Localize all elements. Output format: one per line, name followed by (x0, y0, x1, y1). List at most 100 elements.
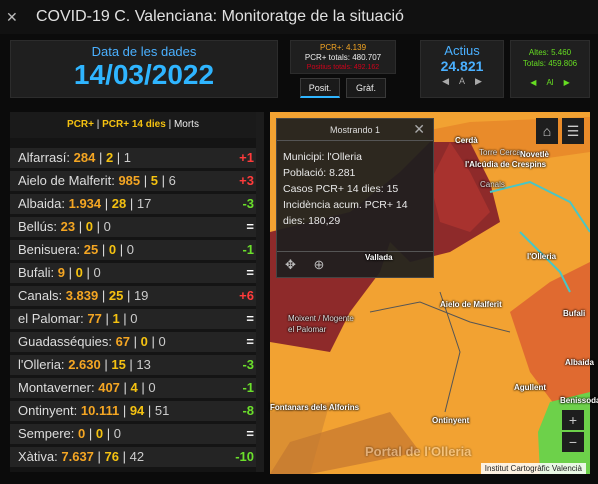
row-pcr: 25 (83, 242, 99, 257)
row-delta: = (246, 265, 254, 280)
map-place-label: Vallada (365, 253, 393, 262)
list-item[interactable]: Xàtiva: 7.637 | 76 | 42 -10 (10, 447, 256, 467)
row-pcr14: 0 (75, 265, 83, 280)
list-item[interactable]: l'Olleria: 2.630 | 15 | 13 -3 (10, 355, 256, 375)
row-name: Benisuera: (18, 242, 81, 257)
date-panel: Data de les dades 14/03/2022 (10, 40, 278, 98)
zoom-out-icon[interactable]: − (562, 432, 584, 452)
row-delta: +1 (239, 150, 254, 165)
discharges-panel: Altes: 5.460 Totals: 459.806 ◀ Al ▶ (510, 40, 590, 98)
popup-footer: ✥ ⊕ (277, 251, 433, 277)
active-nav: ◀ A ▶ (421, 76, 503, 87)
list-item[interactable]: Bellús: 23 | 0 | 0 = (10, 217, 256, 237)
row-pcr14: 5 (150, 173, 158, 188)
prev-icon[interactable]: ◀ (442, 76, 449, 87)
list-scrollbar[interactable] (256, 112, 264, 472)
row-pcr: 9 (57, 265, 65, 280)
row-pcr: 1.934 (68, 196, 102, 211)
row-pcr: 7.637 (61, 449, 94, 464)
app-logo-icon: ✕ (6, 9, 18, 25)
row-pcr14: 0 (108, 242, 117, 257)
list-item[interactable]: Aielo de Malferit: 985 | 5 | 6 +3 (10, 171, 256, 191)
pan-icon[interactable]: ✥ (285, 257, 296, 272)
map-place-label: Albaida (565, 358, 594, 367)
list-item[interactable]: Alfarrasí: 284 | 2 | 1 +1 (10, 148, 256, 168)
popup-incidencia: Incidència acum. PCR+ 14 dies: 180,29 (283, 199, 408, 227)
row-name: Guadasséquies: (18, 334, 112, 349)
row-morts: 0 (158, 334, 166, 349)
list-item[interactable]: Benisuera: 25 | 0 | 0 -1 (10, 240, 256, 260)
row-delta: +6 (239, 288, 254, 303)
list-item[interactable]: Guadasséquies: 67 | 0 | 0 = (10, 332, 256, 352)
map-place-label: Cerdà (455, 136, 478, 145)
row-name: Canals: (18, 288, 63, 303)
row-pcr: 284 (73, 150, 96, 165)
row-morts: 19 (133, 288, 149, 303)
row-name: Bellús: (18, 219, 58, 234)
prev-icon[interactable]: ◀ (530, 77, 536, 88)
map-place-label: l'Olleria (527, 252, 557, 261)
row-pcr: 77 (87, 311, 102, 326)
row-delta: = (246, 426, 254, 441)
popup-body: Municipi: l'Olleria Població: 8.281 Caso… (277, 141, 433, 229)
discharges-nav: ◀ Al ▶ (511, 77, 589, 88)
row-morts: 42 (129, 449, 145, 464)
zoom-in-icon[interactable]: + (562, 410, 584, 430)
close-icon[interactable]: ✕ (413, 121, 425, 138)
list-item[interactable]: Montaverner: 407 | 4 | 0 -1 (10, 378, 256, 398)
tab-graf[interactable]: Gràf. (346, 78, 386, 98)
row-pcr14: 25 (108, 288, 124, 303)
list-item[interactable]: el Palomar: 77 | 1 | 0 = (10, 309, 256, 329)
map-place-label: Moixent / Mogente (288, 314, 354, 323)
row-pcr: 985 (118, 173, 141, 188)
list-item[interactable]: Albaida: 1.934 | 28 | 17 -3 (10, 194, 256, 214)
map-place-label: Torre Cerca (479, 148, 521, 157)
row-name: Sempere: (18, 426, 75, 441)
list-item[interactable]: Sempere: 0 | 0 | 0 = (10, 424, 256, 444)
row-delta: -1 (242, 242, 254, 257)
row-name: Aielo de Malferit: (18, 173, 115, 188)
active-page: A (458, 76, 465, 86)
row-pcr14: 4 (130, 380, 138, 395)
row-pcr: 407 (98, 380, 120, 395)
row-name: Xàtiva: (18, 449, 58, 464)
discharges-count: Altes: 5.460 (528, 48, 572, 57)
row-name: l'Olleria: (18, 357, 65, 372)
info-popup: Mostrando 1 ✕ Municipi: l'Olleria Poblac… (276, 118, 434, 278)
row-delta: = (246, 334, 254, 349)
tab-posit[interactable]: Posit. (300, 78, 340, 98)
map-place-label: Agullent (514, 383, 546, 392)
active-label: Actius (444, 43, 480, 58)
row-pcr14: 0 (85, 219, 93, 234)
list-item[interactable]: Ontinyent: 10.111 | 94 | 51 -8 (10, 401, 256, 421)
map-place-label: Ontinyent (432, 416, 470, 425)
row-name: Ontinyent: (18, 403, 78, 418)
discharges-total: Totals: 459.806 (522, 59, 578, 68)
home-icon[interactable]: ⌂ (536, 118, 558, 144)
row-name: el Palomar: (18, 311, 84, 326)
map-place-label: Portal de l'Olleria (365, 444, 472, 459)
next-icon[interactable]: ▶ (475, 76, 482, 87)
list-item[interactable]: Canals: 3.839 | 25 | 19 +6 (10, 286, 256, 306)
row-pcr14: 28 (111, 196, 127, 211)
row-delta: -3 (242, 357, 254, 372)
header-pcr: PCR+ (67, 119, 94, 130)
map-place-label: Bufali (563, 309, 586, 318)
row-pcr14: 1 (112, 311, 120, 326)
zoom-to-icon[interactable]: ⊕ (314, 257, 325, 272)
row-delta: -1 (242, 380, 254, 395)
layer-list-icon[interactable]: ☰ (562, 118, 584, 144)
next-icon[interactable]: ▶ (564, 77, 570, 88)
row-morts: 17 (136, 196, 152, 211)
row-morts: 6 (168, 173, 176, 188)
row-delta: +3 (239, 173, 254, 188)
row-pcr14: 94 (129, 403, 145, 418)
row-morts: 0 (113, 426, 121, 441)
row-morts: 51 (154, 403, 170, 418)
row-pcr14: 2 (105, 150, 114, 165)
list-item[interactable]: Bufali: 9 | 0 | 0 = (10, 263, 256, 283)
title-bar: ✕ COVID-19 C. Valenciana: Monitoratge de… (0, 0, 598, 34)
header-pcr14: PCR+ 14 dies (102, 119, 166, 130)
row-pcr14: 0 (140, 334, 148, 349)
date-value: 14/03/2022 (73, 59, 215, 90)
